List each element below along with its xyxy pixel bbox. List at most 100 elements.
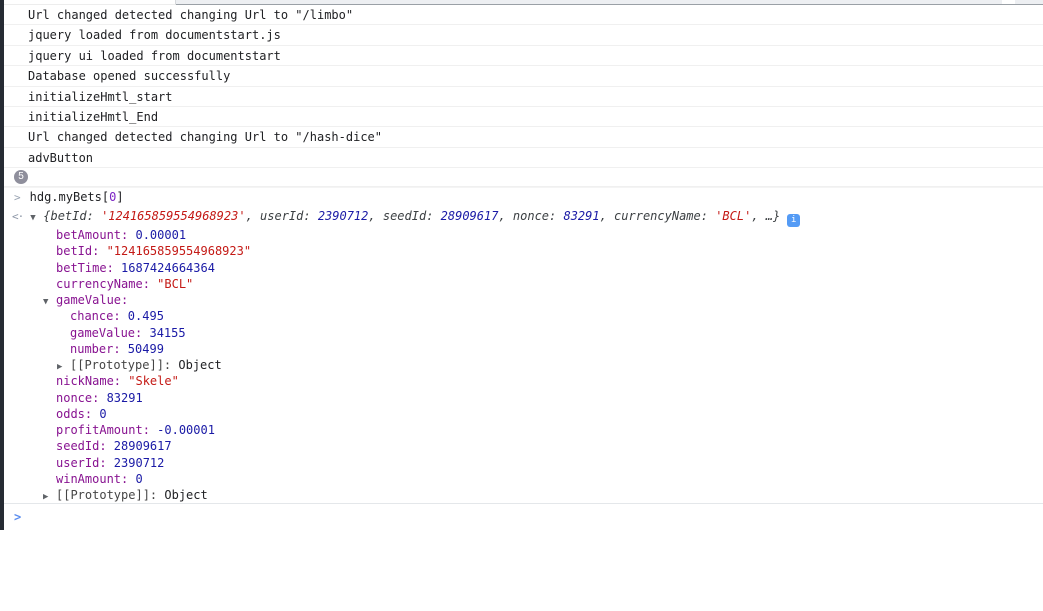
message-count-badge: 5	[14, 170, 28, 184]
preview-value: 2390712	[318, 209, 369, 223]
property-key: nonce:	[56, 391, 107, 405]
console-message: initializeHmtl_End	[0, 107, 1043, 127]
expand-triangle-icon[interactable]: ▶	[43, 489, 56, 505]
tree-row: winAmount: 0	[0, 471, 1043, 487]
console-group-row: 5	[0, 168, 1043, 187]
property-value: "BCL"	[157, 277, 193, 291]
preview-key: currencyName:	[614, 209, 715, 223]
console-message: jquery ui loaded from documentstart	[0, 46, 1043, 66]
property-key: [[Prototype]]:	[70, 358, 178, 372]
object-preview[interactable]: {betId: '124165859554968923', userId: 23…	[43, 209, 780, 223]
property-key: userId:	[56, 456, 114, 470]
property-value: 34155	[149, 326, 185, 340]
tree-row: nickName: "Skele"	[0, 373, 1043, 389]
tree-row-prototype: ▶[[Prototype]]: Object	[0, 487, 1043, 503]
prompt-chevron-icon: >	[14, 510, 21, 524]
expand-triangle-icon[interactable]: ▼	[30, 208, 43, 229]
console-message-text: Url changed detected changing Url to "/h…	[28, 130, 382, 144]
preview-close-brace: }	[773, 209, 780, 223]
property-value: 50499	[128, 342, 164, 356]
tree-row: currencyName: "BCL"	[0, 276, 1043, 292]
property-value: 0.00001	[135, 228, 186, 242]
console-message: advButton	[0, 148, 1043, 168]
console-message-text: initializeHmtl_start	[28, 90, 173, 104]
tree-row: chance: 0.495	[0, 308, 1043, 324]
tree-row: seedId: 28909617	[0, 438, 1043, 454]
preview-key: betId:	[50, 209, 101, 223]
toolbar-edge	[176, 0, 1043, 5]
property-value: Object	[164, 488, 207, 502]
info-icon[interactable]: i	[787, 214, 800, 227]
property-value: 0.495	[128, 309, 164, 323]
property-value: Object	[178, 358, 221, 372]
property-value: 83291	[107, 391, 143, 405]
property-key: gameValue:	[56, 293, 128, 307]
preview-value: 'BCL'	[715, 209, 751, 223]
property-value: 2390712	[114, 456, 165, 470]
tree-row: gameValue: 34155	[0, 325, 1043, 341]
preview-separator: ,	[751, 209, 765, 223]
tree-row: odds: 0	[0, 406, 1043, 422]
result-row: <· ▼{betId: '124165859554968923', userId:…	[0, 206, 1043, 227]
property-value: 0	[99, 407, 106, 421]
property-key: betTime:	[56, 261, 121, 275]
tree-row: nonce: 83291	[0, 390, 1043, 406]
preview-key: seedId:	[383, 209, 441, 223]
console-message-text: Url changed detected changing Url to "/l…	[28, 8, 353, 22]
tree-row: ▼gameValue:	[0, 292, 1043, 308]
tree-row: userId: 2390712	[0, 455, 1043, 471]
return-value-icon: <·	[12, 210, 23, 223]
property-key: [[Prototype]]:	[56, 488, 164, 502]
tree-row: profitAmount: -0.00001	[0, 422, 1043, 438]
console-message: Url changed detected changing Url to "/h…	[0, 127, 1043, 147]
console-message-text: jquery loaded from documentstart.js	[28, 28, 281, 42]
property-key: gameValue:	[70, 326, 149, 340]
toolbar-notch	[1002, 0, 1015, 4]
page-edge-bar	[0, 0, 4, 530]
property-key: seedId:	[56, 439, 114, 453]
preview-key: userId:	[260, 209, 318, 223]
console-message: Url changed detected changing Url to "/l…	[0, 5, 1043, 25]
property-value: 0	[135, 472, 142, 486]
console-message-text: initializeHmtl_End	[28, 110, 158, 124]
tree-row: betTime: 1687424664364	[0, 260, 1043, 276]
property-value: 28909617	[114, 439, 172, 453]
console-message-text: advButton	[28, 151, 93, 165]
expand-triangle-icon[interactable]: ▼	[43, 294, 56, 310]
property-key: winAmount:	[56, 472, 135, 486]
tree-row: number: 50499	[0, 341, 1043, 357]
preview-ellipsis: …	[766, 209, 773, 223]
property-key: chance:	[70, 309, 128, 323]
property-value: 1687424664364	[121, 261, 215, 275]
property-value: -0.00001	[157, 423, 215, 437]
command-text: hdg.myBets[	[30, 190, 109, 204]
console-message: Database opened successfully	[0, 66, 1043, 86]
property-key: currencyName:	[56, 277, 157, 291]
preview-separator: ,	[498, 209, 512, 223]
property-key: number:	[70, 342, 128, 356]
console-input[interactable]: >	[0, 503, 1043, 529]
preview-value: 28909617	[441, 209, 499, 223]
property-value: "Skele"	[128, 374, 179, 388]
preview-separator: ,	[368, 209, 382, 223]
command-chevron-icon: >	[14, 191, 21, 204]
console-message: initializeHmtl_start	[0, 87, 1043, 107]
property-value: "124165859554968923"	[107, 244, 252, 258]
tree-row-prototype: ▶[[Prototype]]: Object	[0, 357, 1043, 373]
preview-value: '124165859554968923'	[101, 209, 246, 223]
console-message-text: jquery ui loaded from documentstart	[28, 49, 281, 63]
preview-separator: ,	[246, 209, 260, 223]
property-key: odds:	[56, 407, 99, 421]
property-key: betId:	[56, 244, 107, 258]
devtools-console-panel: Url changed detected changing Url to "/l…	[0, 0, 1043, 530]
preview-key: nonce:	[513, 209, 564, 223]
property-key: betAmount:	[56, 228, 135, 242]
property-key: nickName:	[56, 374, 128, 388]
tree-row: betAmount: 0.00001	[0, 227, 1043, 243]
property-key: profitAmount:	[56, 423, 157, 437]
tree-row: betId: "124165859554968923"	[0, 243, 1043, 259]
preview-separator: ,	[600, 209, 614, 223]
command-text-suffix: ]	[116, 190, 123, 204]
console-message-text: Database opened successfully	[28, 69, 230, 83]
command-echo-row: >hdg.myBets[0]	[0, 187, 1043, 206]
